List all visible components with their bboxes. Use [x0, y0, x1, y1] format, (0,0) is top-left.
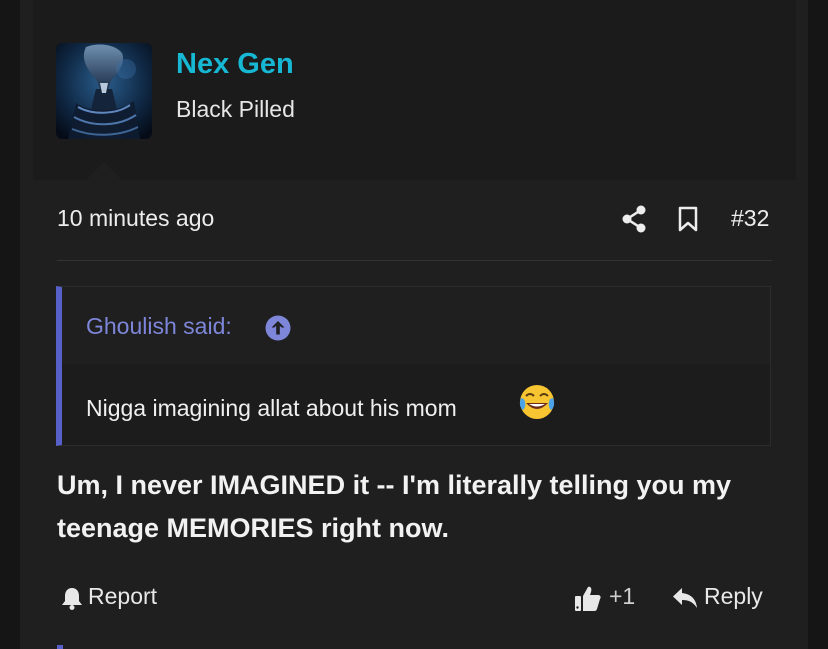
header-caret [86, 162, 122, 180]
username[interactable]: Nex Gen [176, 48, 294, 81]
user-title: Black Pilled [176, 96, 295, 122]
previous-post-edge [33, 0, 796, 18]
report-label: Report [88, 583, 158, 609]
divider [57, 260, 772, 261]
reply-label: Reply [704, 583, 763, 609]
user-header: Nex Gen Black Pilled [33, 18, 796, 180]
post-timestamp[interactable]: 10 minutes ago [57, 205, 214, 232]
bookmark-icon[interactable] [677, 206, 699, 232]
face-with-tears-of-joy-icon [519, 385, 555, 419]
post-body-text: Um, I never IMAGINED it -- I'm literally… [57, 470, 732, 543]
post-number[interactable]: #32 [731, 205, 769, 232]
arrow-up-circle-icon[interactable] [265, 315, 291, 341]
quote-author-link[interactable]: Ghoulish said: [86, 313, 232, 340]
avatar[interactable] [56, 43, 152, 139]
share-icon[interactable] [621, 205, 647, 233]
alien-avatar-icon [56, 43, 152, 139]
thumbs-up-icon[interactable] [574, 584, 602, 612]
quote-text: Nigga imagining allat about his mom [86, 395, 457, 421]
reply-arrow-icon [673, 588, 697, 608]
quote-header: Ghoulish said: [62, 287, 770, 364]
next-quote-accent [57, 645, 63, 649]
bell-icon [62, 588, 82, 610]
like-count[interactable]: +1 [609, 583, 635, 610]
quote-block: Ghoulish said: Nigga imagining allat abo… [56, 286, 771, 446]
